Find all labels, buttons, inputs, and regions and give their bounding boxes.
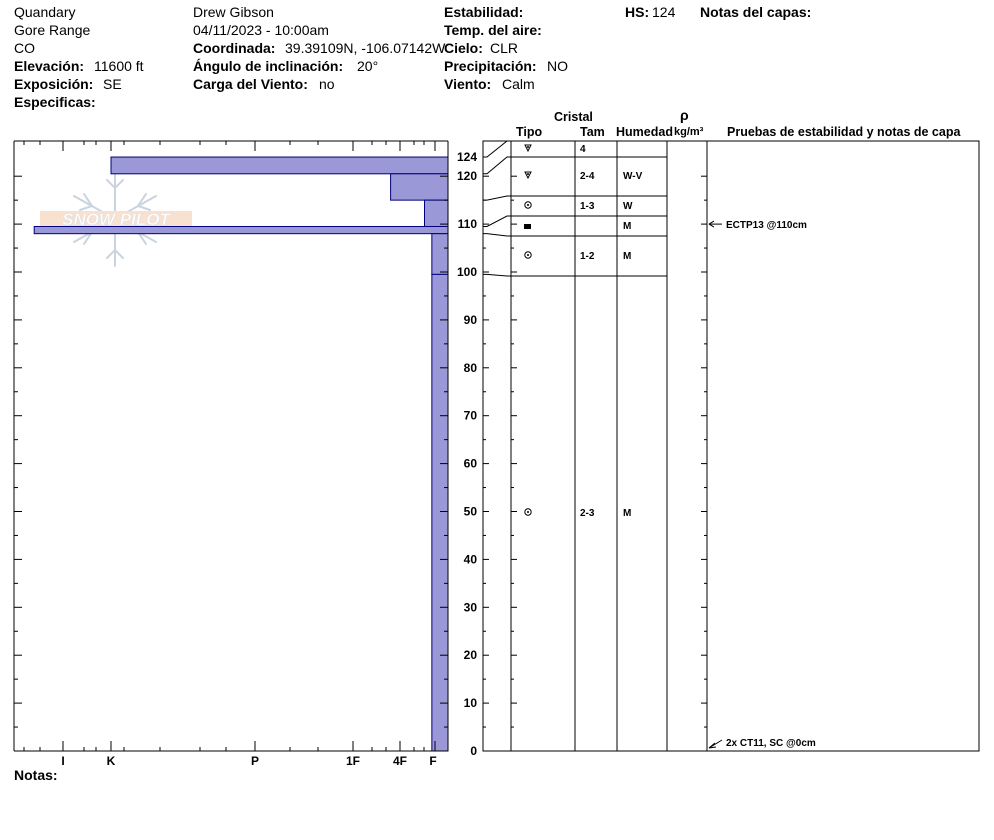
grain-size-value: 2-3: [580, 508, 595, 519]
rounding-facet-grain-icon-dot: [527, 146, 529, 148]
depth-label: 110: [458, 217, 478, 231]
depth-label: 30: [464, 600, 478, 614]
moisture-value: W-V: [623, 171, 643, 182]
hardness-tick-label: I: [61, 754, 64, 768]
hardness-tick-label: F: [429, 754, 436, 768]
stability-test-note: 2x CT11, SC @0cm: [726, 738, 816, 749]
layer-table-frame: [482, 140, 980, 752]
melt-freeze-grain-icon-dot: [527, 204, 529, 206]
depth-label: 20: [464, 648, 478, 662]
snowpilot-logo: SNOW PILOT: [40, 171, 192, 267]
depth-label: 80: [464, 361, 478, 375]
rounding-facet-grain-icon-dot: [527, 173, 529, 175]
hardness-bar: [424, 199, 449, 227]
depth-label: 40: [464, 552, 478, 566]
layer-connector: [483, 273, 511, 277]
depth-label: 0: [470, 744, 477, 758]
layer-connector: [483, 215, 511, 227]
ice-layer-icon: [524, 224, 531, 229]
moisture-value: M: [623, 508, 631, 519]
depth-label: 10: [464, 696, 478, 710]
layer-connector: [483, 156, 511, 175]
hardness-tick-label: K: [107, 754, 116, 768]
depth-label: 50: [464, 505, 478, 519]
layer-connector: [483, 140, 511, 158]
hardness-tick-label: P: [251, 754, 259, 768]
hardness-bar: [390, 173, 449, 201]
layer-connector: [483, 233, 511, 237]
depth-label: 120: [457, 169, 477, 183]
grain-size-value: 1-2: [580, 251, 595, 262]
snow-profile-diagram: SNOW PILOT I K P 1F 4F F124120110100908070605…: [13, 140, 980, 768]
hardness-tick-label: 1F: [346, 754, 360, 768]
melt-freeze-grain-icon-dot: [527, 511, 529, 513]
grain-size-value: 2-4: [580, 171, 595, 182]
hardness-bar: [110, 156, 449, 175]
hardness-bar: [431, 233, 449, 275]
layer-connector: [483, 195, 511, 201]
hardness-bar: [33, 225, 449, 235]
moisture-value: W: [623, 201, 633, 212]
depth-label: 124: [457, 150, 477, 164]
depth-label: 60: [464, 457, 478, 471]
stability-test-note: ECTP13 @110cm: [726, 220, 807, 231]
test-arrow-head: [708, 742, 717, 749]
grain-size-value: 4: [580, 144, 586, 155]
moisture-value: M: [623, 251, 631, 262]
hardness-tick-label: 4F: [393, 754, 407, 768]
moisture-value: M: [623, 221, 631, 232]
depth-label: 90: [464, 313, 478, 327]
depth-label: 70: [464, 409, 478, 423]
depth-label: 100: [457, 265, 477, 279]
melt-freeze-grain-icon-dot: [527, 254, 529, 256]
grain-size-value: 1-3: [580, 201, 595, 212]
